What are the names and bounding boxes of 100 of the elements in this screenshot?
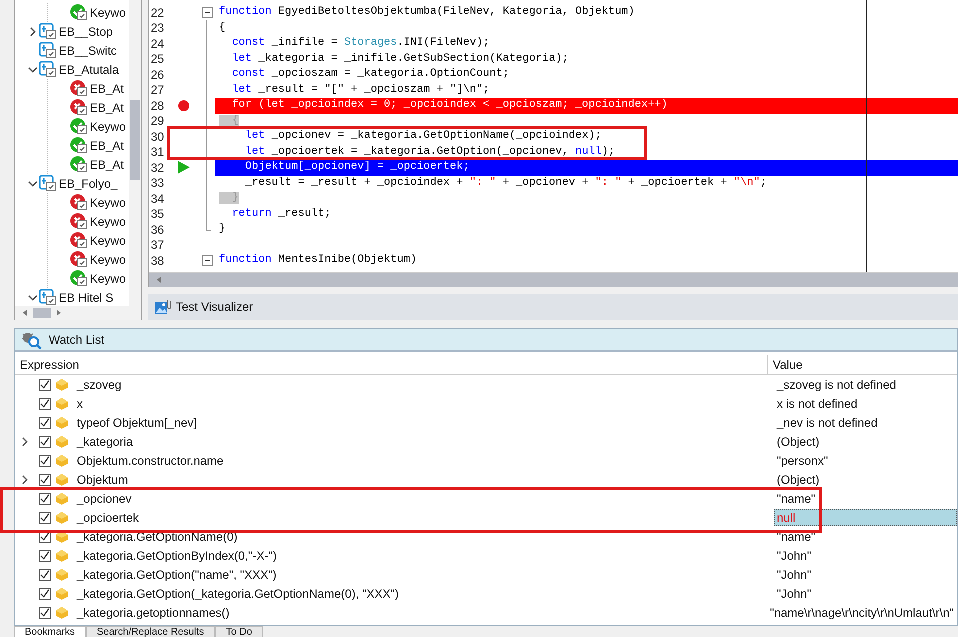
- expression-cell[interactable]: _opcionev: [77, 492, 132, 506]
- checkbox[interactable]: [39, 436, 51, 448]
- expand-chevron-icon[interactable]: [21, 474, 29, 484]
- line-number: 32: [150, 160, 166, 175]
- checkbox[interactable]: [39, 378, 51, 390]
- expression-cell[interactable]: Objektum.constructor.name: [77, 454, 224, 468]
- column-header[interactable]: Value: [768, 355, 957, 374]
- tree-item[interactable]: EB__Switc: [59, 44, 118, 58]
- line-number: 23: [150, 21, 166, 36]
- code-line: {: [218, 20, 227, 36]
- test-folder-icon: [39, 175, 57, 192]
- checkbox[interactable]: [39, 454, 51, 466]
- expand-chevron-icon[interactable]: [21, 436, 29, 446]
- checkbox[interactable]: [39, 550, 51, 562]
- checkbox[interactable]: [39, 492, 51, 504]
- tree-item[interactable]: EB_At: [90, 100, 124, 114]
- test-folder-icon: [39, 42, 57, 59]
- code-line: let _result = "[" + _opcioszam + "]\n";: [231, 82, 491, 98]
- line-number: 26: [150, 68, 166, 82]
- expression-cell[interactable]: _kategoria.GetOptionName(0): [77, 530, 238, 544]
- panel-tab[interactable]: To Do: [215, 626, 264, 637]
- scroll-right-icon[interactable]: [55, 309, 63, 317]
- value-cell[interactable]: x is not defined: [774, 395, 957, 412]
- value-cell[interactable]: "name": [774, 490, 957, 507]
- tree-item[interactable]: Keywo: [90, 252, 126, 266]
- tree-item[interactable]: EB Hitel S: [59, 290, 114, 304]
- line-number: 34: [150, 192, 166, 206]
- scrollbar-thumb[interactable]: [33, 308, 51, 318]
- tree-item[interactable]: Keywo: [90, 234, 126, 248]
- line-number: 24: [150, 36, 166, 51]
- variable-icon: [55, 434, 69, 448]
- tree-item[interactable]: EB_At: [90, 82, 124, 96]
- panel-tab[interactable]: Test Visualizer: [176, 300, 254, 314]
- checkbox[interactable]: [39, 588, 51, 600]
- expression-cell[interactable]: _opcioertek: [77, 510, 140, 524]
- expression-cell[interactable]: _szoveg: [77, 378, 122, 392]
- checkbox[interactable]: [39, 568, 51, 580]
- variable-icon: [55, 396, 69, 410]
- tree-item[interactable]: Keywo: [90, 120, 126, 134]
- code-line: const _opcioszam = _kategoria.OptionCount;: [231, 67, 510, 82]
- value-cell[interactable]: "John": [774, 566, 957, 583]
- line-number: 38: [150, 254, 166, 268]
- expression-cell[interactable]: _kategoria.GetOption("name", "XXX"): [77, 568, 277, 582]
- value-cell[interactable]: "name": [774, 528, 957, 545]
- scroll-left-icon[interactable]: [21, 309, 29, 317]
- collapse-icon[interactable]: [202, 7, 212, 18]
- code-line: let _opcionev = _kategoria.GetOptionName(_opcioindex);: [244, 129, 603, 144]
- tree-item[interactable]: EB_At: [90, 138, 124, 152]
- value-cell[interactable]: "John": [774, 585, 957, 602]
- picture-clip-icon: [154, 299, 172, 315]
- line-number: 29: [150, 114, 166, 128]
- expand-chevron-icon[interactable]: [28, 26, 38, 36]
- value-cell[interactable]: _nev is not defined: [774, 414, 957, 431]
- expression-cell[interactable]: Objektum: [77, 472, 128, 486]
- value-cell[interactable]: (Object): [774, 471, 957, 488]
- checkbox[interactable]: [39, 512, 51, 524]
- checkbox[interactable]: [39, 606, 51, 618]
- tree-item[interactable]: EB__Stop: [59, 24, 114, 38]
- value-cell[interactable]: _szoveg is not defined: [774, 376, 957, 393]
- variable-icon: [55, 492, 69, 506]
- expression-cell[interactable]: _kategoria.GetOption(_kategoria.GetOptionName(0), "XXX"): [77, 586, 400, 600]
- code-editor[interactable]: [148, 0, 958, 287]
- line-number: 37: [150, 238, 166, 252]
- checkbox[interactable]: [39, 416, 51, 428]
- test-folder-icon: [39, 289, 57, 306]
- variable-icon: [55, 568, 69, 582]
- tree-item[interactable]: EB_Folyo_: [59, 176, 118, 190]
- variable-icon: [55, 416, 69, 430]
- collapse-chevron-icon[interactable]: [28, 178, 38, 188]
- collapse-icon[interactable]: [202, 255, 212, 266]
- variable-icon: [55, 606, 69, 620]
- checkbox[interactable]: [39, 474, 51, 486]
- tree-item[interactable]: EB_Atutala: [59, 62, 120, 76]
- collapse-chevron-icon[interactable]: [28, 292, 38, 302]
- line-number: 28: [150, 98, 166, 113]
- checkbox[interactable]: [39, 398, 51, 410]
- code-line: return _result;: [231, 206, 332, 222]
- tree-item[interactable]: Keywo: [90, 272, 126, 286]
- scrollbar-thumb[interactable]: [130, 100, 140, 180]
- expression-cell[interactable]: _kategoria.getoptionnames(): [77, 606, 230, 620]
- expression-cell[interactable]: _kategoria.GetOptionByIndex(0,"-X-"): [77, 548, 277, 562]
- code-line: function MentesInibe(Objektum): [218, 253, 418, 268]
- collapse-chevron-icon[interactable]: [28, 64, 38, 74]
- value-cell[interactable]: (Object): [774, 433, 957, 450]
- value-cell[interactable]: "name\r\nage\r\ncity\r\nUmlaut\r\n": [767, 604, 957, 621]
- expression-cell[interactable]: typeof Objektum[_nev]: [77, 416, 198, 430]
- tree-item[interactable]: Keywo: [90, 214, 126, 228]
- column-header[interactable]: Expression: [15, 355, 768, 374]
- variable-icon: [55, 510, 69, 524]
- breakpoint-icon[interactable]: [178, 100, 190, 112]
- tree-item[interactable]: Keywo: [90, 196, 126, 210]
- expression-cell[interactable]: _kategoria: [77, 434, 134, 448]
- value-cell[interactable]: "John": [774, 547, 957, 564]
- line-number: 31: [150, 145, 166, 160]
- tree-item[interactable]: EB_At: [90, 158, 124, 172]
- panel-tab[interactable]: Search/Replace Results: [86, 626, 216, 637]
- panel-tab[interactable]: Bookmarks: [14, 626, 86, 637]
- tree-item[interactable]: Keywo: [90, 6, 126, 20]
- expression-cell[interactable]: x: [77, 396, 83, 410]
- value-cell[interactable]: "personx": [774, 452, 957, 469]
